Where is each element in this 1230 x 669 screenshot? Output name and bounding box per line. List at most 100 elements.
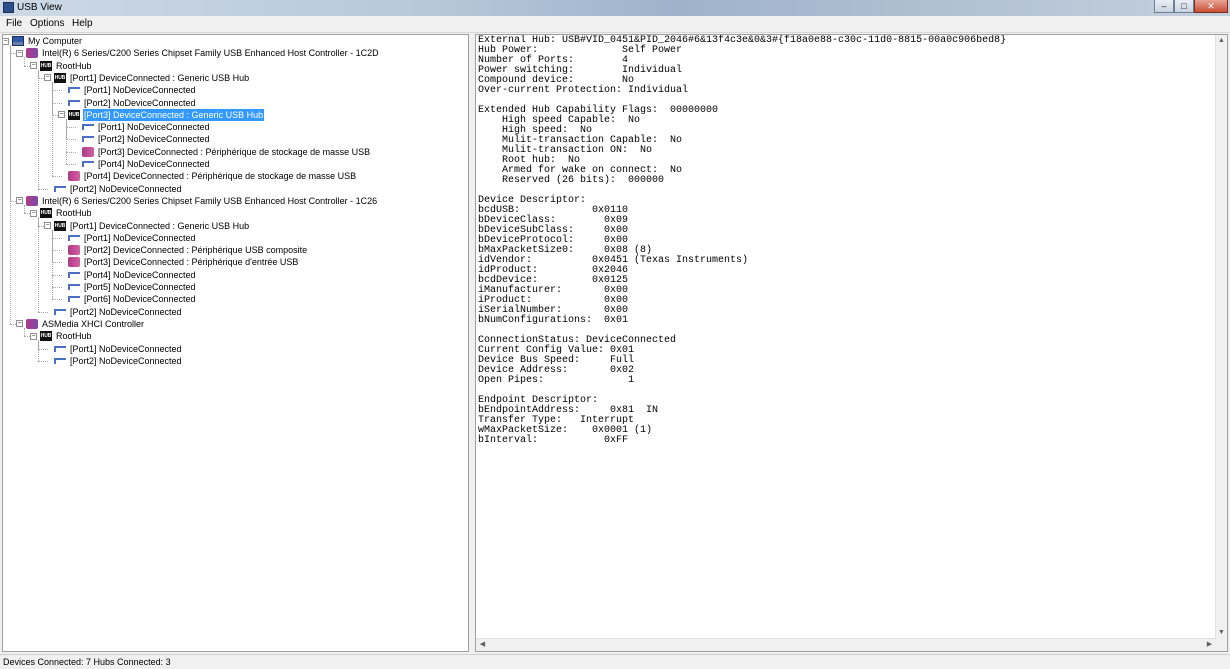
tree-node[interactable]: [Port1] NoDeviceConnected xyxy=(44,343,183,355)
tree-node[interactable]: [Port1] NoDeviceConnected xyxy=(58,232,197,244)
collapse-toggle-icon[interactable]: − xyxy=(16,197,23,205)
vertical-scrollbar[interactable]: ▲ ▼ xyxy=(1215,35,1227,639)
scroll-down-icon[interactable]: ▼ xyxy=(1216,628,1227,638)
tree-connector xyxy=(66,118,67,164)
collapse-toggle-icon[interactable]: − xyxy=(30,332,37,340)
status-text: Devices Connected: 7 Hubs Connected: 3 xyxy=(3,657,171,667)
collapse-toggle-icon[interactable]: − xyxy=(30,62,37,70)
scroll-right-icon[interactable]: ▶ xyxy=(1204,640,1215,650)
tree-connector xyxy=(38,69,39,189)
tree-node[interactable]: − HUB RootHub xyxy=(30,60,93,72)
tree-node-label: RootHub xyxy=(56,331,92,342)
tree-node[interactable]: [Port4] NoDeviceConnected xyxy=(72,158,211,170)
collapse-toggle-icon[interactable]: − xyxy=(16,49,23,57)
app-icon xyxy=(3,2,14,13)
usb-port-icon xyxy=(82,161,94,167)
tree-node-label: [Port2] NoDeviceConnected xyxy=(84,97,196,108)
usb-hub-icon: HUB xyxy=(40,60,52,71)
maximize-button[interactable]: □ xyxy=(1174,0,1194,13)
tree-node[interactable]: [Port4] DeviceConnected : Périphérique d… xyxy=(58,170,357,182)
tree-node-label: [Port3] DeviceConnected : Périphérique d… xyxy=(84,257,299,268)
usb-controller-icon xyxy=(26,318,38,329)
tree-node[interactable]: [Port5] NoDeviceConnected xyxy=(58,281,197,293)
tree-node-label: [Port2] NoDeviceConnected xyxy=(70,306,182,317)
tree-node[interactable]: [Port2] NoDeviceConnected xyxy=(44,183,183,195)
details-pane[interactable]: External Hub: USB#VID_0451&PID_2046#6&13… xyxy=(475,34,1228,652)
tree-node[interactable]: [Port6] NoDeviceConnected xyxy=(58,293,197,305)
tree-node-label: [Port4] NoDeviceConnected xyxy=(98,159,210,169)
close-button[interactable]: ✕ xyxy=(1194,0,1228,13)
tree-node[interactable]: [Port1] NoDeviceConnected xyxy=(58,84,197,96)
tree-node-label: My Computer xyxy=(28,36,83,46)
tree-node-label: [Port6] NoDeviceConnected xyxy=(84,294,196,305)
usb-device-icon xyxy=(68,245,80,256)
usb-device-icon xyxy=(68,257,80,268)
tree-node[interactable]: − HUB [Port1] DeviceConnected : Generic US… xyxy=(44,220,250,232)
tree-node[interactable]: − HUB RootHub xyxy=(30,207,93,219)
minimize-button[interactable]: – xyxy=(1154,0,1174,13)
tree-node[interactable]: − HUB RootHub xyxy=(30,330,93,342)
computer-icon xyxy=(12,36,24,46)
horizontal-scrollbar[interactable]: ◀ ▶ xyxy=(476,638,1216,651)
tree-node[interactable]: − Intel(R) 6 Series/C200 Series Chipset F… xyxy=(16,195,378,207)
tree-node-label: [Port1] DeviceConnected : Generic USB Hu… xyxy=(70,72,250,83)
tree-node[interactable]: − HUB [Port3] DeviceConnected : Generic US… xyxy=(58,108,265,121)
scroll-corner xyxy=(1216,639,1227,651)
collapse-toggle-icon[interactable]: − xyxy=(3,37,9,45)
device-tree[interactable]: − My Computer − Intel(R) 6 Series/C200 Seri… xyxy=(2,34,469,652)
tree-node[interactable]: [Port2] NoDeviceConnected xyxy=(72,133,211,145)
tree-node-label: RootHub xyxy=(56,208,92,219)
tree-node-label: RootHub xyxy=(56,60,92,71)
tree-node-label: [Port2] NoDeviceConnected xyxy=(70,355,182,366)
collapse-toggle-icon[interactable]: − xyxy=(44,74,51,82)
usb-hub-icon: HUB xyxy=(40,208,52,219)
tree-node[interactable]: [Port1] NoDeviceConnected xyxy=(72,121,211,133)
menu-bar: File Options Help xyxy=(0,16,1230,33)
window-controls: – □ ✕ xyxy=(1154,0,1228,14)
usb-port-icon xyxy=(68,99,80,106)
collapse-toggle-icon[interactable]: − xyxy=(44,222,51,229)
tree-node[interactable]: − ASMedia XHCI Controller xyxy=(16,318,145,330)
tree-node-label: [Port1] NoDeviceConnected xyxy=(84,232,196,243)
tree-node-label: [Port1] NoDeviceConnected xyxy=(98,122,210,133)
usb-port-icon xyxy=(68,271,80,278)
tree-node[interactable]: [Port2] NoDeviceConnected xyxy=(44,306,183,318)
tree-node[interactable]: − My Computer xyxy=(3,35,83,47)
menu-help[interactable]: Help xyxy=(72,18,93,29)
usb-hub-icon: HUB xyxy=(40,331,52,342)
tree-node-label-selected: [Port3] DeviceConnected : Generic USB Hu… xyxy=(83,108,265,121)
usb-controller-icon xyxy=(26,48,38,59)
usb-controller-icon xyxy=(26,195,38,206)
usb-hub-icon: HUB xyxy=(54,72,66,83)
collapse-toggle-icon[interactable]: − xyxy=(30,209,37,217)
tree-node[interactable]: [Port3] DeviceConnected : Périphérique d… xyxy=(72,146,371,158)
window-title: USB View xyxy=(17,2,62,13)
scroll-up-icon[interactable]: ▲ xyxy=(1216,36,1227,46)
tree-node-label: [Port4] NoDeviceConnected xyxy=(84,269,196,280)
tree-node-label: [Port3] DeviceConnected : Périphérique d… xyxy=(98,146,371,157)
tree-connector xyxy=(10,45,11,324)
usb-port-icon xyxy=(68,87,80,94)
usb-hub-icon: HUB xyxy=(54,220,66,231)
menu-options[interactable]: Options xyxy=(30,18,64,29)
tree-node-label: ASMedia XHCI Controller xyxy=(42,318,145,329)
tree-connector xyxy=(38,217,39,312)
tree-node[interactable]: [Port2] NoDeviceConnected xyxy=(44,355,183,367)
tree-node-label: [Port5] NoDeviceConnected xyxy=(84,282,196,292)
tree-node[interactable]: − HUB [Port1] DeviceConnected : Generic US… xyxy=(44,72,250,84)
tree-node[interactable]: [Port3] DeviceConnected : Périphérique d… xyxy=(58,256,299,268)
collapse-toggle-icon[interactable]: − xyxy=(58,111,65,119)
title-bar: USB View – □ ✕ xyxy=(0,0,1230,16)
collapse-toggle-icon[interactable]: − xyxy=(16,320,23,328)
tree-node[interactable]: − Intel(R) 6 Series/C200 Series Chipset F… xyxy=(16,47,380,59)
usb-device-icon xyxy=(82,146,94,157)
tree-node-label: [Port4] DeviceConnected : Périphérique d… xyxy=(84,171,357,182)
tree-node[interactable]: [Port2] DeviceConnected : Périphérique U… xyxy=(58,244,308,256)
usb-port-icon xyxy=(68,234,80,241)
tree-node[interactable]: [Port2] NoDeviceConnected xyxy=(58,97,197,109)
menu-file[interactable]: File xyxy=(6,18,22,29)
tree-node[interactable]: [Port4] NoDeviceConnected xyxy=(58,269,197,281)
usb-port-icon xyxy=(82,136,94,143)
scroll-left-icon[interactable]: ◀ xyxy=(477,640,488,650)
tree-node-label: [Port1] NoDeviceConnected xyxy=(70,343,182,354)
